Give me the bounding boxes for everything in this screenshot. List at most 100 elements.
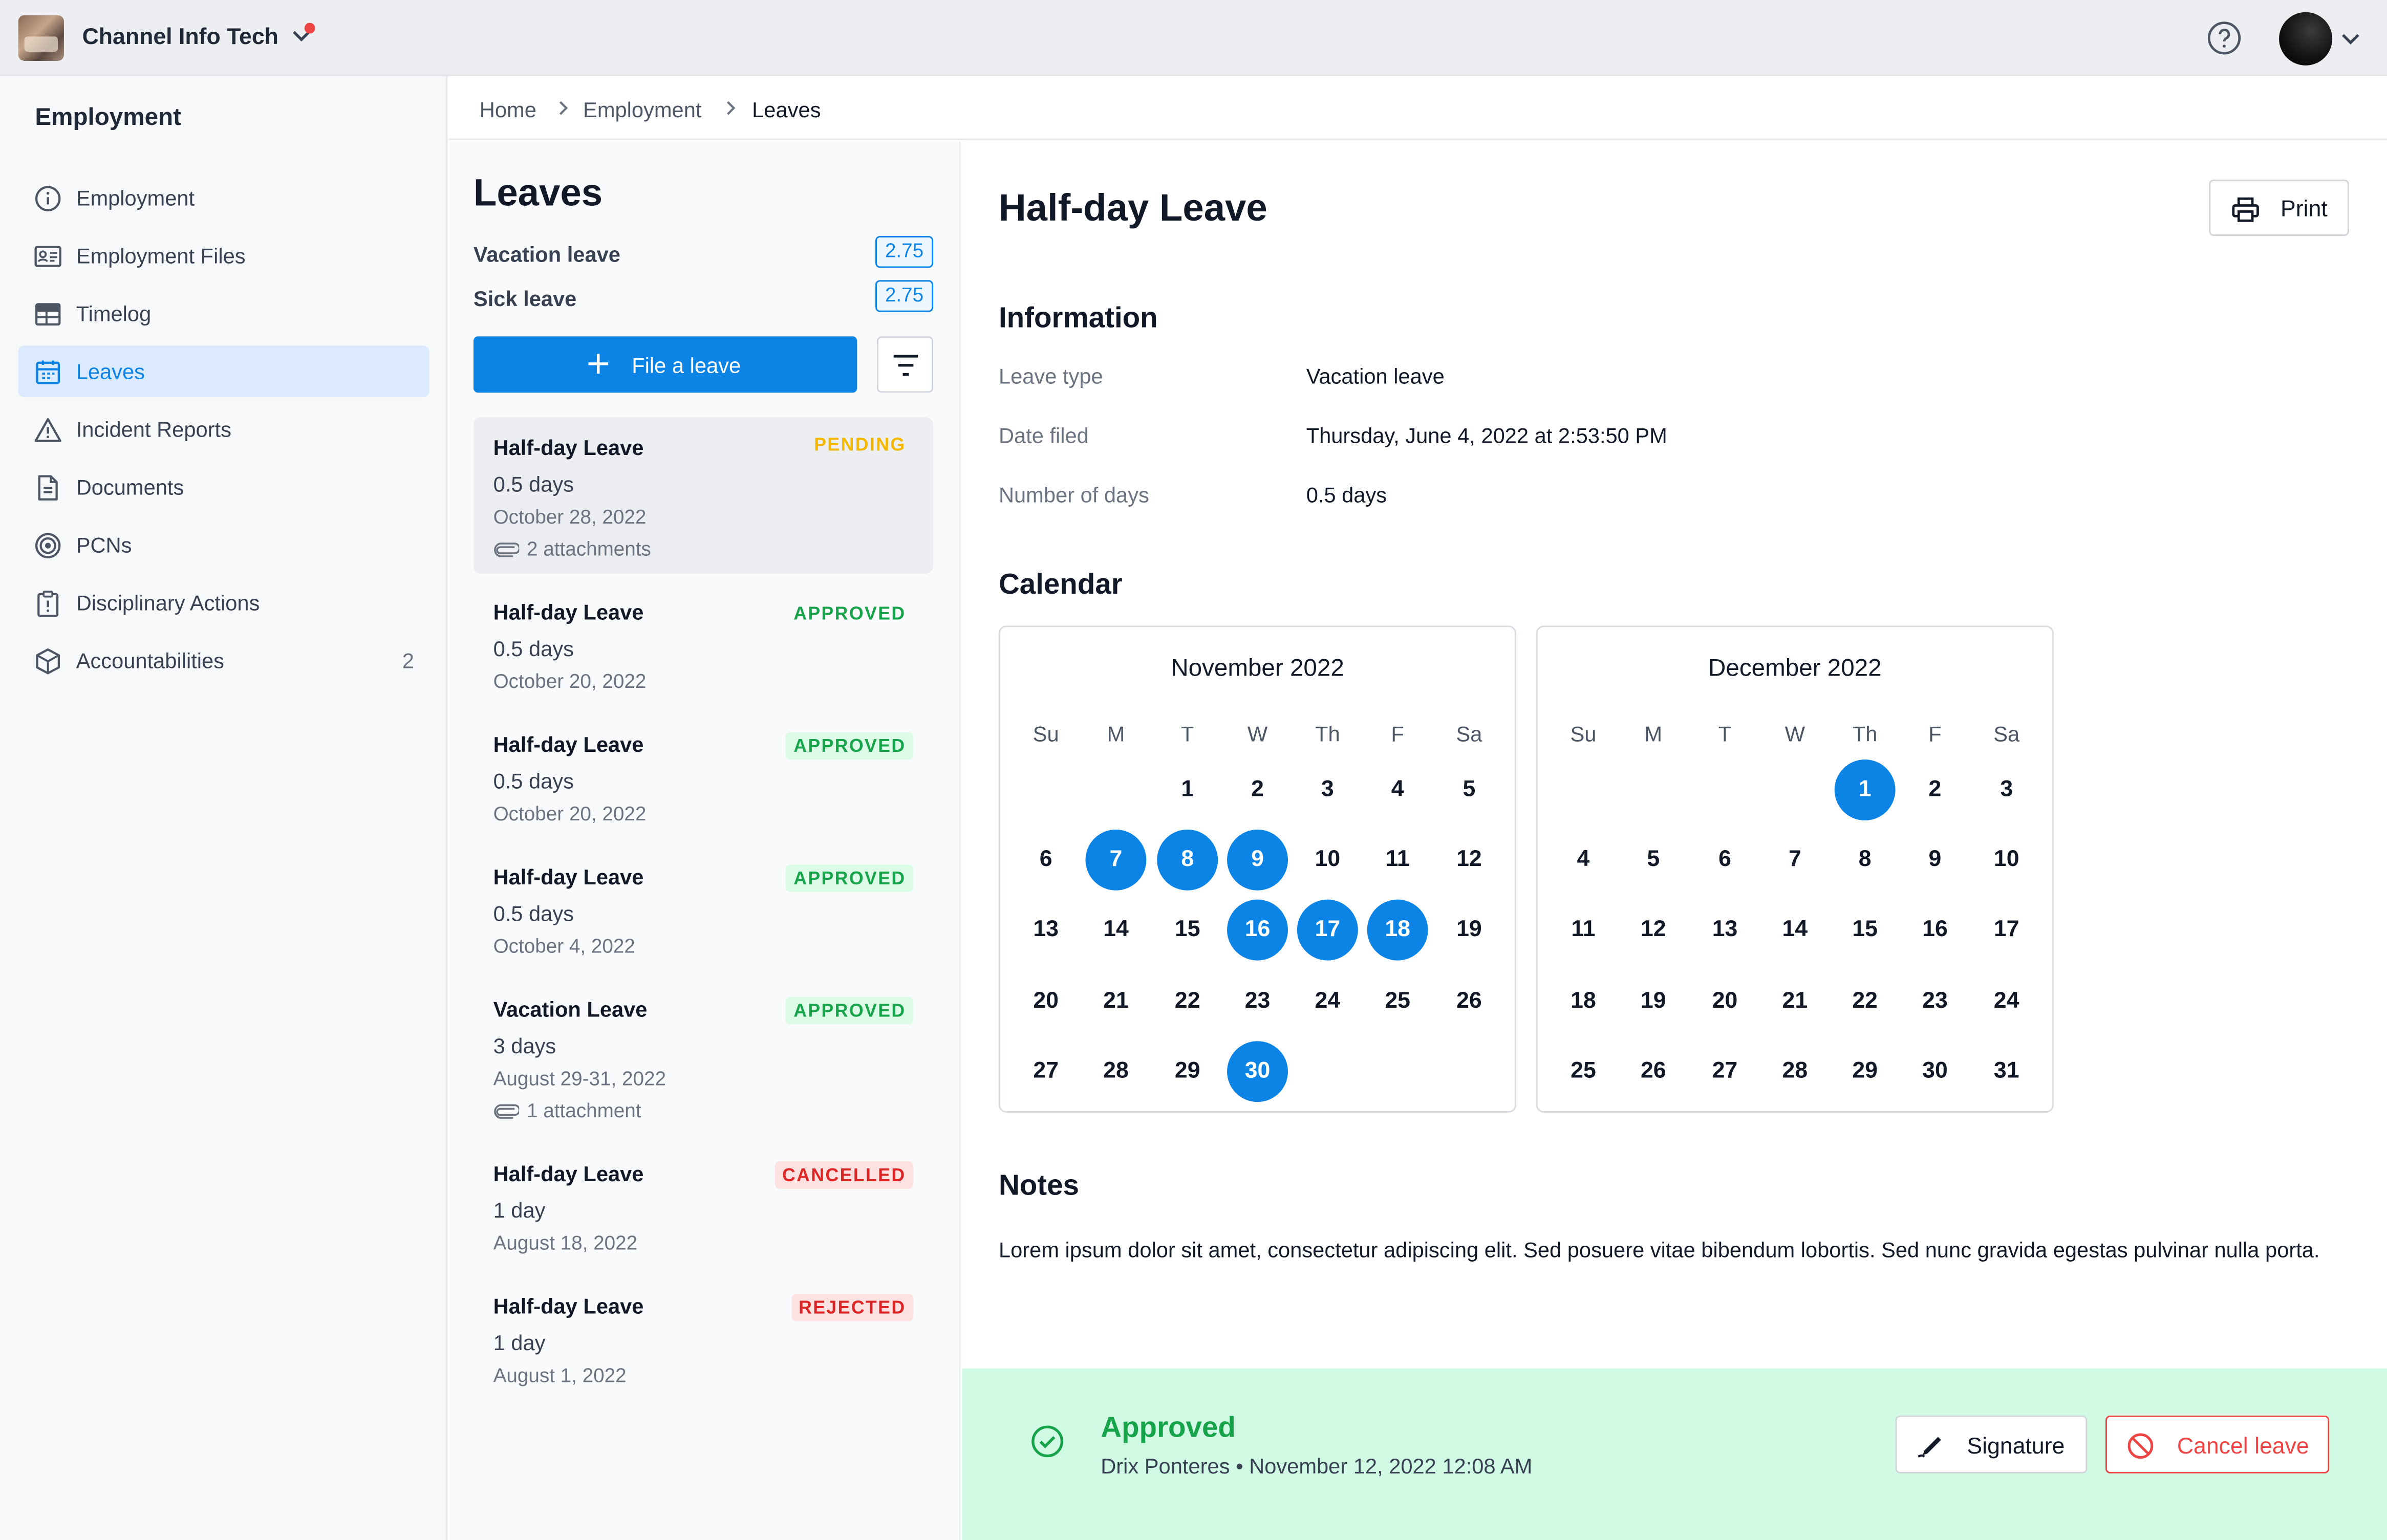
breadcrumb-employment[interactable]: Employment xyxy=(583,97,701,122)
sidebar-item-pcns[interactable]: PCNs xyxy=(18,519,429,571)
calendar-day[interactable]: 26 xyxy=(1438,971,1499,1032)
leave-card[interactable]: Half-day Leave PENDING 0.5 days October … xyxy=(473,417,934,574)
print-button[interactable]: Print xyxy=(2209,179,2349,236)
calendar-day[interactable]: 21 xyxy=(1085,971,1146,1032)
leave-card-days: 1 day xyxy=(493,1198,546,1223)
calendar-day[interactable]: 13 xyxy=(1016,900,1077,961)
calendar-day[interactable]: 7 xyxy=(1765,830,1825,891)
breadcrumb-home[interactable]: Home xyxy=(480,97,536,122)
calendar-day[interactable]: 8 xyxy=(1835,830,1896,891)
box-icon xyxy=(36,648,60,675)
calendar-day[interactable]: 5 xyxy=(1438,760,1499,820)
calendar-day[interactable]: 31 xyxy=(1976,1041,2037,1102)
calendar-day[interactable]: 25 xyxy=(1553,1041,1614,1102)
calendar-day[interactable]: 5 xyxy=(1623,830,1684,891)
sidebar-item-leaves[interactable]: Leaves xyxy=(18,345,429,398)
calendar-day[interactable]: 2 xyxy=(1227,760,1288,820)
calendar-day[interactable]: 29 xyxy=(1157,1041,1218,1102)
chevron-right-icon xyxy=(559,101,568,115)
calendar-day[interactable]: 20 xyxy=(1016,971,1077,1032)
calendar-day[interactable]: 4 xyxy=(1553,830,1614,891)
calendar-day[interactable]: 21 xyxy=(1765,971,1825,1032)
calendar-day[interactable]: 30 xyxy=(1904,1041,1965,1102)
calendar-day[interactable]: 1 xyxy=(1157,760,1218,820)
calendar-day[interactable]: 6 xyxy=(1694,830,1755,891)
leave-card[interactable]: Vacation Leave APPROVED 3 days August 29… xyxy=(474,988,933,1140)
calendar-day[interactable]: 10 xyxy=(1976,830,2037,891)
calendar-day[interactable]: 24 xyxy=(1297,971,1358,1032)
calendar-day-selected[interactable]: 18 xyxy=(1367,899,1428,961)
sidebar-item-employment[interactable]: Employment xyxy=(18,172,429,224)
calendar-day[interactable]: 22 xyxy=(1157,971,1218,1032)
calendar-day[interactable]: 6 xyxy=(1016,830,1077,891)
calendar-day[interactable]: 23 xyxy=(1227,971,1288,1032)
sidebar-item-incident-reports[interactable]: Incident Reports xyxy=(18,403,429,455)
chevron-down-icon[interactable] xyxy=(2338,26,2363,51)
leave-card[interactable]: Half-day Leave APPROVED 0.5 days October… xyxy=(474,591,933,712)
calendar-day[interactable]: 2 xyxy=(1904,760,1965,820)
calendar-day[interactable]: 3 xyxy=(1297,760,1358,820)
calendar-day-selected[interactable]: 16 xyxy=(1227,899,1288,961)
calendar-day[interactable]: 28 xyxy=(1765,1041,1825,1102)
calendar-day[interactable]: 17 xyxy=(1976,900,2037,961)
sidebar-item-employment-files[interactable]: Employment Files xyxy=(18,230,429,281)
calendar-day[interactable]: 19 xyxy=(1438,900,1499,961)
leave-card[interactable]: Half-day Leave APPROVED 0.5 days October… xyxy=(474,723,933,845)
calendar-day[interactable]: 23 xyxy=(1904,971,1965,1032)
calendar-day[interactable]: 10 xyxy=(1297,830,1358,891)
calendar-day[interactable]: 18 xyxy=(1553,971,1614,1032)
org-logo[interactable] xyxy=(18,15,64,61)
sidebar-item-accountabilities[interactable]: Accountabilities 2 xyxy=(18,635,429,686)
calendar-day[interactable]: 13 xyxy=(1694,900,1755,961)
calendar-day[interactable]: 16 xyxy=(1904,900,1965,961)
calendar-day[interactable]: 14 xyxy=(1085,900,1146,961)
calendar-day[interactable]: 4 xyxy=(1367,760,1428,820)
calendar-day[interactable]: 20 xyxy=(1694,971,1755,1032)
calendar-day[interactable]: 15 xyxy=(1157,900,1218,961)
leave-card[interactable]: Half-day Leave CANCELLED 1 day August 18… xyxy=(474,1152,933,1274)
calendar-day-selected[interactable]: 30 xyxy=(1227,1041,1288,1102)
calendar-day[interactable]: 12 xyxy=(1623,900,1684,961)
org-name[interactable]: Channel Info Tech xyxy=(82,25,278,51)
calendar-day[interactable]: 22 xyxy=(1835,971,1896,1032)
calendar-day-selected[interactable]: 8 xyxy=(1157,829,1218,891)
calendar-day[interactable]: 9 xyxy=(1904,830,1965,891)
avatar[interactable] xyxy=(2279,12,2333,66)
sidebar-item-timelog[interactable]: Timelog xyxy=(18,288,429,339)
notification-dot xyxy=(304,23,315,34)
calendar-day-selected[interactable]: 17 xyxy=(1297,899,1358,961)
sidebar-item-label: Employment xyxy=(76,185,195,210)
calendar-day[interactable]: 26 xyxy=(1623,1041,1684,1102)
info-label: Leave type xyxy=(998,363,1103,388)
calendar-day[interactable]: 11 xyxy=(1553,900,1614,961)
filter-button[interactable] xyxy=(877,336,934,393)
calendar-day[interactable]: 25 xyxy=(1367,971,1428,1032)
sidebar-item-disciplinary-actions[interactable]: Disciplinary Actions xyxy=(18,577,429,628)
calendar-day[interactable]: 14 xyxy=(1765,900,1825,961)
calendar-day[interactable]: 29 xyxy=(1835,1041,1896,1102)
calendar-day[interactable]: 24 xyxy=(1976,971,2037,1032)
calendar-day-selected[interactable]: 7 xyxy=(1085,829,1147,891)
calendar-day[interactable]: 27 xyxy=(1016,1041,1077,1102)
calendar-day[interactable]: 3 xyxy=(1976,760,2037,820)
leave-card-date: August 18, 2022 xyxy=(493,1231,638,1254)
sidebar-item-label: Accountabilities xyxy=(76,648,225,673)
cancel-leave-button[interactable]: Cancel leave xyxy=(2105,1415,2330,1473)
help-icon[interactable] xyxy=(2206,20,2242,56)
signature-button[interactable]: Signature xyxy=(1895,1415,2088,1473)
status-badge: APPROVED xyxy=(793,602,906,624)
calendar-day[interactable]: 11 xyxy=(1367,830,1428,891)
leave-card[interactable]: Half-day Leave APPROVED 0.5 days October… xyxy=(474,855,933,977)
sidebar-title: Employment xyxy=(35,105,181,131)
calendar-day-selected[interactable]: 1 xyxy=(1834,760,1896,820)
calendar-day[interactable]: 15 xyxy=(1835,900,1896,961)
file-leave-button[interactable]: File a leave xyxy=(473,336,857,393)
calendar-day[interactable]: 19 xyxy=(1623,971,1684,1032)
calendar-day[interactable]: 27 xyxy=(1694,1041,1755,1102)
calendar-day[interactable]: 12 xyxy=(1438,830,1499,891)
sidebar-item-documents[interactable]: Documents xyxy=(18,461,429,513)
weekday-label: W xyxy=(1784,721,1805,746)
leave-card[interactable]: Half-day Leave REJECTED 1 day August 1, … xyxy=(474,1285,933,1406)
calendar-day-selected[interactable]: 9 xyxy=(1227,829,1288,891)
calendar-day[interactable]: 28 xyxy=(1085,1041,1146,1102)
